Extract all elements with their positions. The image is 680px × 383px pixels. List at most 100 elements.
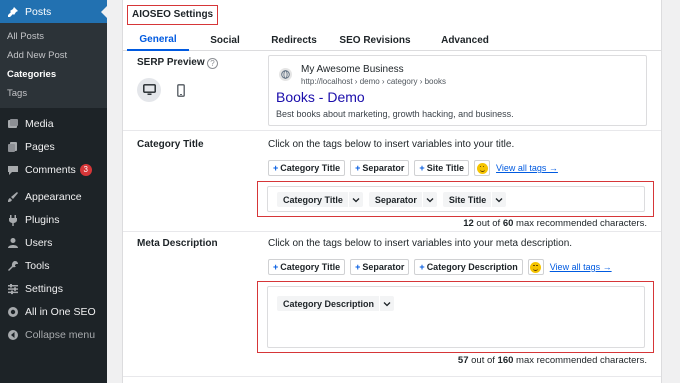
insert-category-title-button[interactable]: + Category Title xyxy=(268,259,346,275)
view-all-tags-link[interactable]: View all tags → xyxy=(496,163,558,173)
menu-all-in-one-seo-label: All in One SEO xyxy=(25,305,96,318)
tag-button-label: Category Title xyxy=(280,163,341,173)
smiley-icon xyxy=(530,261,542,273)
counter-text: max recommended characters. xyxy=(513,355,647,366)
char-count: 57 xyxy=(457,355,469,366)
menu-posts-label: Posts xyxy=(25,5,52,18)
comment-bubble-icon xyxy=(7,164,19,176)
menu-posts[interactable]: Posts xyxy=(0,0,107,23)
plus-icon: + xyxy=(419,163,425,173)
menu-settings-label: Settings xyxy=(25,282,63,295)
menu-media[interactable]: Media xyxy=(0,112,107,135)
menu-users[interactable]: Users xyxy=(0,231,107,254)
divider xyxy=(123,130,661,131)
menu-appearance-label: Appearance xyxy=(25,190,82,203)
plus-icon: + xyxy=(419,262,425,272)
meta-description-char-counter: 57 out of 160 max recommended characters… xyxy=(458,355,647,366)
menu-plugins[interactable]: Plugins xyxy=(0,208,107,231)
globe-icon xyxy=(279,68,292,81)
insert-separator-button[interactable]: + Separator xyxy=(350,259,410,275)
desktop-monitor-icon xyxy=(142,84,156,95)
submenu-tags[interactable]: Tags xyxy=(0,84,107,103)
tab-social[interactable]: Social xyxy=(189,29,261,51)
plus-icon: + xyxy=(273,262,279,272)
menu-tools[interactable]: Tools xyxy=(0,254,107,277)
insert-category-title-button[interactable]: + Category Title xyxy=(268,160,346,176)
submenu-all-posts[interactable]: All Posts xyxy=(0,27,107,46)
paintbrush-icon xyxy=(7,191,19,203)
menu-media-label: Media xyxy=(25,117,54,130)
pin-icon xyxy=(7,6,19,18)
tab-seo-revisions[interactable]: SEO Revisions xyxy=(327,29,423,51)
collapse-menu-button[interactable]: Collapse menu xyxy=(0,323,107,346)
menu-plugins-label: Plugins xyxy=(25,213,60,226)
chevron-down-icon[interactable] xyxy=(421,192,437,207)
menu-all-in-one-seo[interactable]: All in One SEO xyxy=(0,300,107,323)
char-count: 12 xyxy=(463,218,474,229)
chevron-down-icon[interactable] xyxy=(491,192,506,207)
menu-comments-label: Comments xyxy=(25,163,76,176)
chip-row: Category Title Separator Site Title xyxy=(277,192,512,207)
plus-icon: + xyxy=(273,163,279,173)
category-title-chip[interactable]: Category Title xyxy=(277,192,363,207)
submenu-add-new-post[interactable]: Add New Post xyxy=(0,46,107,65)
settings-tabs: General Social Redirects SEO Revisions A… xyxy=(123,29,661,51)
char-max: 160 xyxy=(497,355,514,366)
media-icon xyxy=(7,118,19,130)
wrench-icon xyxy=(7,260,19,272)
help-icon[interactable]: ? xyxy=(207,58,218,69)
menu-settings[interactable]: Settings xyxy=(0,277,107,300)
collapse-menu-label: Collapse menu xyxy=(25,328,96,341)
tab-redirects[interactable]: Redirects xyxy=(261,29,327,51)
separator-chip[interactable]: Separator xyxy=(368,192,437,207)
insert-separator-button[interactable]: + Separator xyxy=(350,160,410,176)
tab-general[interactable]: General xyxy=(127,29,189,51)
emoji-picker-button[interactable] xyxy=(474,160,491,176)
serp-preview-card: My Awesome Business http://localhost › d… xyxy=(268,55,647,126)
collapse-arrow-icon xyxy=(7,329,19,341)
meta-description-tag-buttons: + Category Title + Separator + Category Des… xyxy=(268,259,612,275)
tag-button-label: Category Title xyxy=(280,262,341,272)
category-title-tag-buttons: + Category Title + Separator + Site Title V… xyxy=(268,160,558,176)
smiley-icon xyxy=(476,162,488,174)
counter-text: max recommended characters. xyxy=(513,218,647,229)
category-description-chip[interactable]: Category Description xyxy=(277,296,395,311)
menu-pages[interactable]: Pages xyxy=(0,135,107,158)
mobile-preview-button[interactable] xyxy=(169,78,193,102)
desktop-preview-button[interactable] xyxy=(137,78,161,102)
serp-site-name: My Awesome Business xyxy=(301,64,404,75)
view-all-tags-link[interactable]: View all tags → xyxy=(550,262,612,272)
chevron-down-icon[interactable] xyxy=(379,296,394,311)
counter-text: out of xyxy=(473,218,503,229)
meta-description-hint: Click on the tags below to insert variab… xyxy=(268,238,573,249)
panel-title: AIOSEO Settings xyxy=(127,4,219,25)
meta-description-editor[interactable]: Category Description xyxy=(267,286,645,348)
serp-url: http://localhost › demo › category › boo… xyxy=(301,77,446,86)
settings-sliders-icon xyxy=(7,283,19,295)
menu-pages-label: Pages xyxy=(25,140,55,153)
aioseo-settings-panel: AIOSEO Settings General Social Redirects… xyxy=(122,0,662,383)
counter-text: out of xyxy=(468,355,498,366)
insert-category-description-button[interactable]: + Category Description xyxy=(414,259,523,275)
chevron-down-icon[interactable] xyxy=(347,192,363,207)
chip-label: Category Description xyxy=(283,298,375,309)
tag-button-label: Category Description xyxy=(426,262,518,272)
tag-button-label: Site Title xyxy=(426,163,465,173)
emoji-picker-button[interactable] xyxy=(527,259,544,275)
menu-comments[interactable]: Comments 3 xyxy=(0,158,107,181)
plus-icon: + xyxy=(355,163,361,173)
serp-link-title[interactable]: Books - Demo xyxy=(276,89,365,105)
menu-appearance[interactable]: Appearance xyxy=(0,185,107,208)
category-title-editor[interactable]: Category Title Separator Site Title xyxy=(267,186,645,212)
tab-advanced[interactable]: Advanced xyxy=(423,29,507,51)
tag-button-label: Separator xyxy=(362,262,405,272)
chip-row: Category Description xyxy=(277,296,400,311)
chip-label: Category Title xyxy=(283,194,343,205)
site-title-chip[interactable]: Site Title xyxy=(442,192,507,207)
insert-site-title-button[interactable]: + Site Title xyxy=(414,160,470,176)
category-title-label: Category Title xyxy=(137,139,204,150)
pages-icon xyxy=(7,141,19,153)
chip-label: Separator xyxy=(374,194,417,205)
posts-submenu: All Posts Add New Post Categories Tags xyxy=(0,23,107,108)
submenu-categories[interactable]: Categories xyxy=(0,65,107,84)
